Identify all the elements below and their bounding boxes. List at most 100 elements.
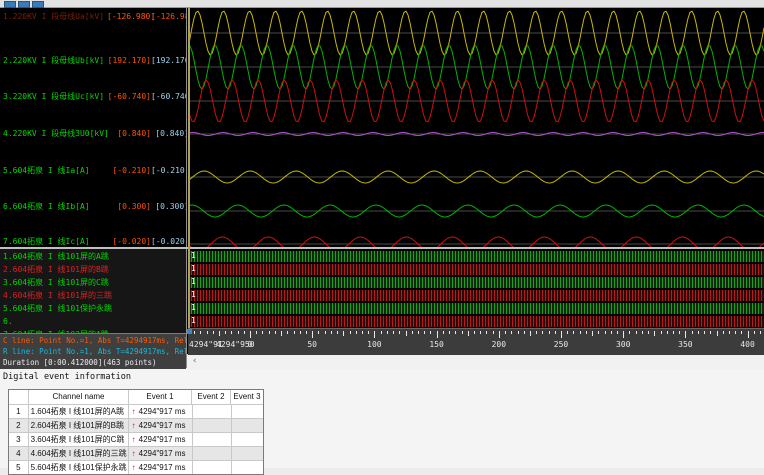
digital-channel-row-3[interactable]: 3.604拓泉 I 线101屏的C跳 xyxy=(0,277,186,289)
table-row[interactable]: 4 4.604拓泉 I 线101屏的三跳 ↑ 4294"917 ms xyxy=(9,446,263,460)
table-cell: ↑ 4294"917 ms xyxy=(127,419,193,432)
digital-channel-row-2[interactable]: 2.604拓泉 I 线101屏的B跳 xyxy=(0,264,186,276)
time-cursor-line[interactable] xyxy=(188,8,190,330)
axis-tick xyxy=(617,331,618,334)
axis-tick xyxy=(747,331,749,338)
digital-trace-bar-4: 1 xyxy=(189,290,764,301)
axis-tick xyxy=(455,331,457,334)
table-row[interactable]: 2 2.604拓泉 I 线101屏的B跳 ↑ 4294"917 ms xyxy=(9,418,263,432)
cursor-value-r: [-126.980] xyxy=(151,12,186,21)
axis-tick-label: 50 xyxy=(307,340,318,349)
duration-status: Duration [0:00.412000](463 points) xyxy=(3,358,157,367)
axis-tick xyxy=(598,331,600,334)
table-cell xyxy=(230,447,263,460)
rising-edge-arrow-icon: ↑ xyxy=(131,407,136,416)
digital-channel-row-1[interactable]: 1.604拓泉 I 线101屏的A跳 xyxy=(0,251,186,263)
toolbar-icon-3[interactable] xyxy=(32,1,44,8)
axis-tick xyxy=(293,331,295,334)
axis-tick xyxy=(274,331,276,334)
table-cell: 3.604拓泉 I 线101屏的C跳 xyxy=(27,433,128,446)
table-cell xyxy=(192,405,230,418)
axis-tick xyxy=(585,331,587,334)
axis-tick xyxy=(386,331,388,334)
digital-trace-bar-1: 1 xyxy=(189,251,764,262)
cursor-value-r: [0.300] xyxy=(155,202,186,211)
digital-state-label: 1 xyxy=(191,264,196,273)
axis-tick xyxy=(648,331,650,334)
axis-tick xyxy=(362,331,363,334)
axis-tick-label: 200 xyxy=(491,340,507,349)
axis-tick xyxy=(629,331,631,334)
axis-tick xyxy=(449,331,450,334)
axis-tick xyxy=(399,331,401,334)
fault-recorder-app: { "colors": { "selected_row_bg": "#00cc0… xyxy=(0,0,764,475)
panel-splitter[interactable] xyxy=(186,8,187,368)
axis-tick xyxy=(380,331,382,334)
digital-event-table: Channel name Event 1 Event 2 Event 3 1 1.604拓… xyxy=(8,389,264,475)
axis-tick xyxy=(635,331,637,334)
analog-channel-row-1[interactable]: 1.220KV I 段母线Ua[kV][-126.980][-126.980] xyxy=(0,11,186,23)
scroll-left-arrow-icon[interactable]: ‹ xyxy=(192,356,197,366)
axis-tick xyxy=(492,331,494,334)
digital-channel-row-6[interactable]: 6. xyxy=(0,316,186,328)
cursor-value-r: [192.170] xyxy=(151,56,186,65)
digital-state-label: 1 xyxy=(191,290,196,299)
axis-tick xyxy=(623,331,625,338)
axis-tick-label: 150 xyxy=(429,340,444,349)
digital-channel-row-5[interactable]: 5.604拓泉 I 线101保护永跳 xyxy=(0,303,186,315)
axis-tick xyxy=(368,331,370,334)
axis-tick-label: 350 xyxy=(678,340,693,349)
table-cell xyxy=(230,419,263,432)
axis-tick xyxy=(324,331,326,334)
axis-tick xyxy=(511,331,513,334)
toolbar-icon-2[interactable] xyxy=(18,1,30,8)
table-row[interactable]: 3 3.604拓泉 I 线101屏的C跳 ↑ 4294"917 ms xyxy=(9,432,263,446)
axis-tick xyxy=(567,331,569,334)
axis-tick xyxy=(430,331,432,334)
axis-tick xyxy=(505,331,506,334)
analog-waveform-canvas[interactable] xyxy=(188,8,764,248)
cursor-value-c: [-60.740] xyxy=(107,92,151,101)
table-cell: 1.604拓泉 I 线101屏的A跳 xyxy=(27,405,128,418)
analog-channel-row-5[interactable]: 5.604拓泉 I 线Ia[A] [-0.210] [-0.210] xyxy=(0,165,186,177)
digital-channel-row-4[interactable]: 4.604拓泉 I 线101屏的三跳 xyxy=(0,290,186,302)
axis-tick-label: 250 xyxy=(553,340,569,349)
time-axis[interactable]: 4294"91 4294"950 0 50 100 150 200 250 300 350 40… xyxy=(188,328,764,355)
table-cell: 4.604拓泉 I 线101屏的三跳 xyxy=(27,447,128,460)
channel-name: 6.604拓泉 I 线Ib[A] xyxy=(3,202,90,211)
rising-edge-arrow-icon: ↑ xyxy=(131,435,136,444)
axis-tick xyxy=(194,331,195,334)
axis-tick xyxy=(760,331,761,334)
horizontal-scrollbar[interactable]: ‹ xyxy=(187,354,764,369)
axis-tick-label: 0 xyxy=(247,340,253,349)
analog-channel-row-4[interactable]: 4.220KV I 段母线3U0[kV] [0.840] [0.840] xyxy=(0,128,186,140)
axis-tick-label: 100 xyxy=(367,340,382,349)
r-line-status: R line: Point No.=1, Abs T=4294917ms, Re… xyxy=(3,347,186,356)
axis-tick xyxy=(548,331,550,334)
cursor-value-c: [192.170] xyxy=(107,56,151,65)
cursor-value-r: [0.840] xyxy=(155,129,186,138)
table-header-row: Channel name Event 1 Event 2 Event 3 xyxy=(9,390,263,404)
analog-channel-row-2[interactable]: 2.220KV I 段母线Ub[kV][192.170][192.170] xyxy=(0,55,186,67)
cursor-position-marker[interactable] xyxy=(187,329,192,334)
axis-tick xyxy=(250,331,251,338)
digital-trace-bar-6: 1 xyxy=(189,316,764,327)
axis-tick xyxy=(467,331,469,336)
axis-tick xyxy=(685,331,687,338)
axis-tick xyxy=(679,331,681,334)
table-cell: 3 xyxy=(16,435,21,444)
table-row[interactable]: 5 5.604拓泉 I 线101保护永跳 ↑ 4294"917 ms xyxy=(9,460,263,474)
digital-state-label: 1 xyxy=(191,277,196,286)
analog-channel-row-6[interactable]: 6.604拓泉 I 线Ib[A] [0.300] [0.300] xyxy=(0,201,186,213)
table-cell: 2 xyxy=(16,421,21,430)
axis-tick-label: 400 xyxy=(740,340,755,349)
axis-tick xyxy=(666,331,668,334)
table-cell xyxy=(230,433,263,446)
table-header-cell: Event 3 xyxy=(230,390,263,404)
digital-trace-bar-3: 1 xyxy=(189,277,764,288)
table-row[interactable]: 1 1.604拓泉 I 线101屏的A跳 ↑ 4294"917 ms xyxy=(9,404,263,418)
cursor-value-r: [-0.210] xyxy=(151,166,186,175)
axis-tick xyxy=(424,331,426,334)
toolbar-icon-1[interactable] xyxy=(4,1,16,8)
analog-channel-row-3[interactable]: 3.220KV I 段母线Uc[kV][-60.740][-60.740] xyxy=(0,91,186,103)
